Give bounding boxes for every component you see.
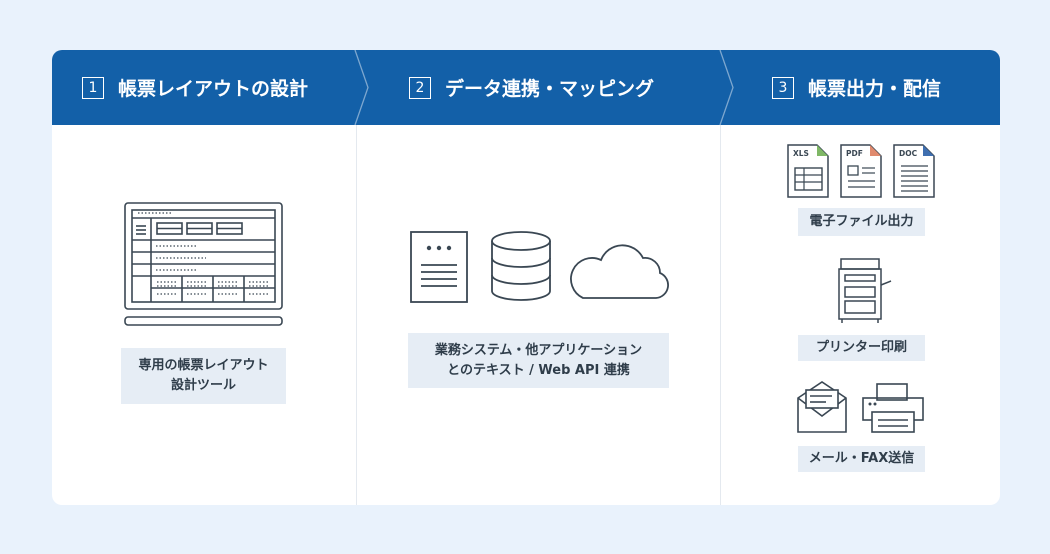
caption-line: 業務システム・他アプリケーション — [434, 342, 643, 358]
cloud-icon — [570, 244, 669, 299]
xls-file-icon: XLS — [787, 144, 829, 198]
step-2-title: 2 データ連携・マッピング — [409, 50, 654, 125]
designer-tool-caption: 専用の帳票レイアウト 設計ツール — [121, 348, 286, 404]
laptop-form-designer-icon — [124, 202, 283, 326]
step-2-number: 2 — [409, 76, 431, 99]
text-document-icon — [410, 231, 468, 303]
step-3-number: 3 — [772, 76, 794, 99]
printer-caption: プリンター印刷 — [798, 335, 925, 361]
doc-file-icon: DOC — [893, 144, 935, 198]
column-divider — [720, 125, 721, 505]
pdf-file-icon: PDF — [840, 144, 882, 198]
step-2-label: データ連携・マッピング — [445, 78, 655, 100]
step-3-title: 3 帳票出力・配信 — [772, 50, 941, 125]
database-icon — [491, 231, 551, 301]
column-divider — [356, 125, 357, 505]
step-1-label: 帳票レイアウトの設計 — [118, 78, 309, 100]
svg-text:PDF: PDF — [846, 149, 863, 158]
mail-fax-icons — [797, 381, 924, 433]
svg-text:DOC: DOC — [899, 149, 918, 158]
integration-caption: 業務システム・他アプリケーション とのテキスト / Web API 連携 — [408, 333, 669, 388]
caption-line: とのテキスト / Web API 連携 — [447, 362, 630, 378]
caption-line: 専用の帳票レイアウト — [138, 358, 269, 373]
fax-machine-icon — [862, 383, 924, 433]
step-1-title: 1 帳票レイアウトの設計 — [82, 50, 308, 125]
step-3-label: 帳票出力・配信 — [808, 78, 942, 100]
envelope-icon — [797, 381, 847, 433]
step-header-band: 1 帳票レイアウトの設計 2 データ連携・マッピング 3 帳票出力・配信 — [52, 50, 1000, 125]
flow-card: 1 帳票レイアウトの設計 2 データ連携・マッピング 3 帳票出力・配信 専用の… — [52, 50, 1000, 505]
mail-fax-caption: メール・FAX送信 — [798, 446, 925, 472]
copier-printer-icon — [838, 258, 892, 323]
caption-line: プリンター印刷 — [815, 340, 907, 355]
caption-line: 設計ツール — [170, 378, 236, 393]
caption-line: メール・FAX送信 — [808, 451, 915, 466]
caption-line: 電子ファイル出力 — [809, 214, 914, 229]
step-1-number: 1 — [82, 76, 104, 99]
integration-icons — [410, 231, 669, 303]
file-format-icons: XLS PDF DOC — [787, 144, 935, 198]
svg-text:XLS: XLS — [793, 149, 809, 158]
electronic-file-caption: 電子ファイル出力 — [798, 208, 925, 236]
